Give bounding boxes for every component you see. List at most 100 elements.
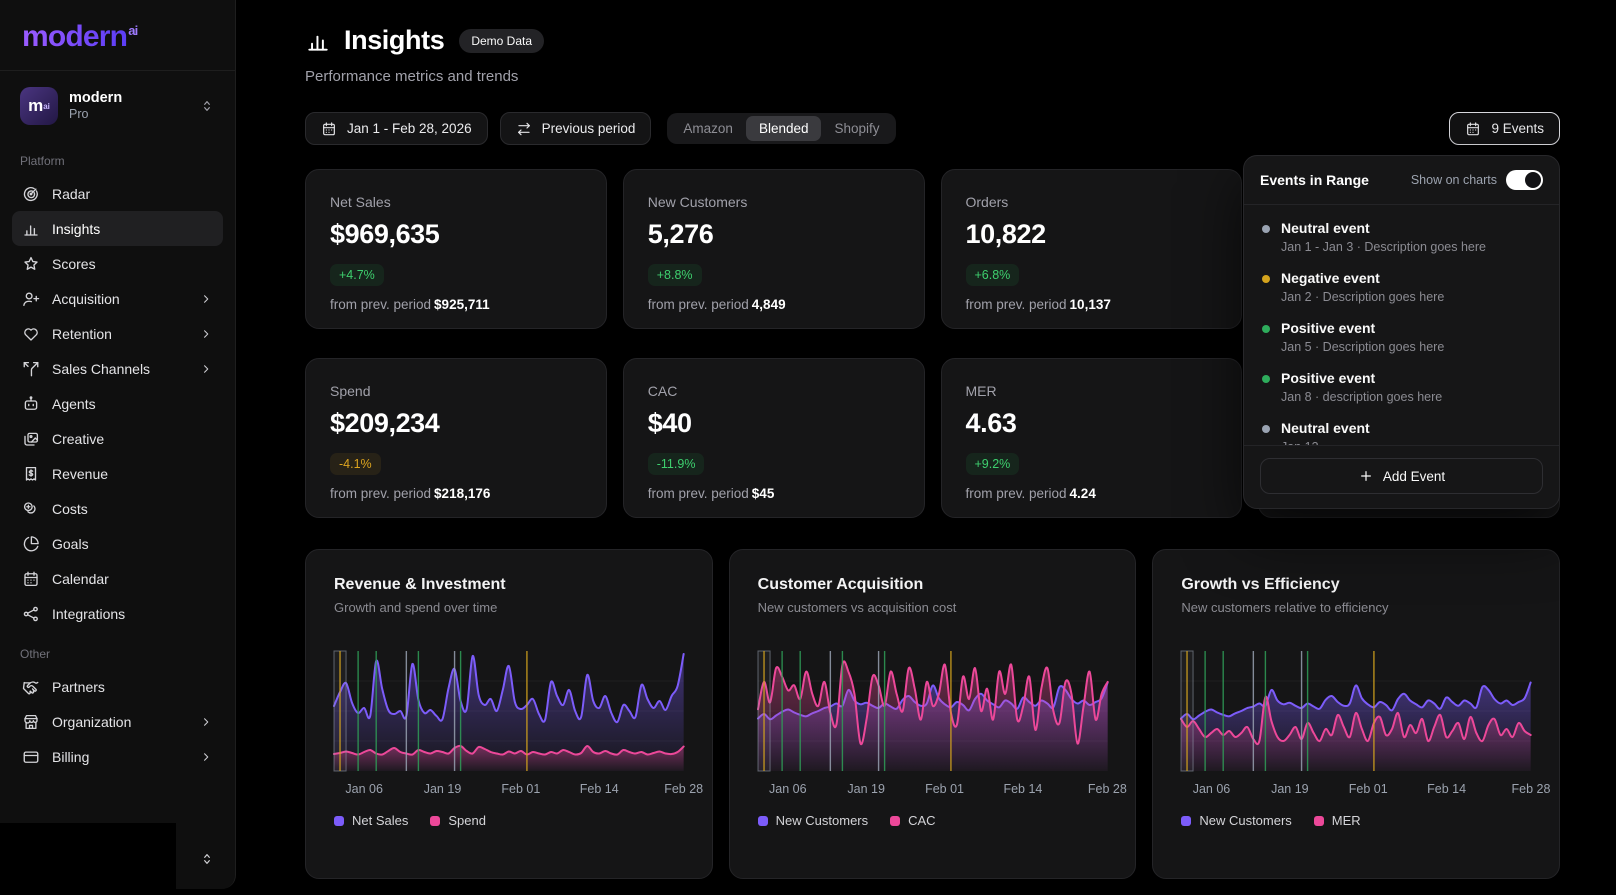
- sidebar-item-radar[interactable]: Radar: [12, 176, 223, 211]
- event-dot: [1262, 325, 1270, 333]
- metric-value: $40: [648, 408, 900, 439]
- chevron-right-icon: [199, 715, 213, 729]
- event-title: Neutral event: [1281, 420, 1370, 436]
- workspace-name: modern: [69, 89, 122, 107]
- x-tick-label: Feb 28: [1088, 782, 1127, 796]
- add-event-button[interactable]: Add Event: [1260, 458, 1543, 494]
- legend-swatch: [758, 816, 768, 826]
- sidebar-item-integrations[interactable]: Integrations: [12, 596, 223, 631]
- metric-value: 5,276: [648, 219, 900, 250]
- sidebar-item-label: Revenue: [52, 466, 108, 482]
- bar-chart-icon: [305, 28, 331, 54]
- sidebar-item-costs[interactable]: Costs: [12, 491, 223, 526]
- sidebar-item-creative[interactable]: Creative: [12, 421, 223, 456]
- event-item[interactable]: Negative eventJan 2 · Description goes h…: [1262, 270, 1541, 304]
- metric-prev-period: from prev. period$45: [648, 486, 900, 501]
- pie-chart-icon: [22, 535, 40, 553]
- event-item[interactable]: Positive eventJan 8 · description goes h…: [1262, 370, 1541, 404]
- event-title: Neutral event: [1281, 220, 1486, 236]
- metric-label: Orders: [966, 194, 1218, 210]
- x-tick-label: Jan 06: [1193, 782, 1231, 796]
- chart-legend: New CustomersCAC: [758, 813, 1108, 828]
- receipt-icon: [22, 465, 40, 483]
- legend-swatch: [1314, 816, 1324, 826]
- sidebar-item-scores[interactable]: Scores: [12, 246, 223, 281]
- sidebar-divider: [0, 70, 235, 71]
- store-icon: [22, 713, 40, 731]
- chart-title: Revenue & Investment: [334, 576, 684, 594]
- events-panel-footer: Add Event: [1244, 445, 1559, 508]
- user-plus-icon: [22, 290, 40, 308]
- logo-ai-sup: ai: [128, 23, 137, 38]
- metric-prev-period: from prev. period10,137: [966, 297, 1218, 312]
- plus-icon: [1358, 468, 1374, 484]
- nav-section-label: Other: [20, 647, 215, 661]
- source-option-amazon[interactable]: Amazon: [670, 116, 746, 141]
- demo-data-badge: Demo Data: [459, 29, 544, 53]
- arrow-right-left-icon: [516, 121, 532, 137]
- metric-delta-badge: +9.2%: [966, 453, 1020, 475]
- events-panel-title: Events in Range: [1260, 172, 1369, 188]
- show-on-charts-toggle[interactable]: [1506, 170, 1543, 190]
- workspace-switcher[interactable]: mai modern Pro: [12, 80, 223, 132]
- compare-period-button[interactable]: Previous period: [500, 112, 652, 145]
- sidebar-item-label: Goals: [52, 536, 89, 552]
- sidebar-collapse-button[interactable]: [197, 849, 217, 869]
- event-title: Positive event: [1281, 370, 1442, 386]
- metric-delta-badge: +8.8%: [648, 264, 702, 286]
- event-dot: [1262, 375, 1270, 383]
- source-option-blended[interactable]: Blended: [746, 116, 822, 141]
- metric-card-new-customers: New Customers5,276+8.8%from prev. period…: [623, 169, 925, 329]
- metric-prev-period: from prev. period4.24: [966, 486, 1218, 501]
- sidebar-item-goals[interactable]: Goals: [12, 526, 223, 561]
- sidebar-item-revenue[interactable]: Revenue: [12, 456, 223, 491]
- event-item[interactable]: Positive eventJan 5 · Description goes h…: [1262, 320, 1541, 354]
- sidebar-item-label: Partners: [52, 679, 105, 695]
- event-item[interactable]: Neutral event Jan 13: [1262, 420, 1541, 445]
- legend-swatch: [334, 816, 344, 826]
- legend-item-net-sales: Net Sales: [334, 813, 408, 828]
- event-item[interactable]: Neutral eventJan 1 - Jan 3 · Description…: [1262, 220, 1541, 254]
- events-button[interactable]: 9 Events: [1449, 112, 1560, 145]
- sidebar-item-calendar[interactable]: Calendar: [12, 561, 223, 596]
- metric-delta-badge: +6.8%: [966, 264, 1020, 286]
- event-meta: Jan 13: [1281, 440, 1370, 445]
- chart-plot: [1181, 651, 1531, 771]
- chevron-right-icon: [199, 362, 213, 376]
- event-title: Positive event: [1281, 320, 1444, 336]
- chevrons-up-down-icon: [199, 851, 215, 867]
- chart-card-customer-acquisition: Customer AcquisitionNew customers vs acq…: [729, 549, 1137, 879]
- x-tick-label: Jan 19: [847, 782, 885, 796]
- sidebar-item-label: Organization: [52, 714, 131, 730]
- sidebar-item-organization[interactable]: Organization: [12, 704, 223, 739]
- main-content: Insights Demo Data Performance metrics a…: [305, 0, 1560, 895]
- sidebar-bottom-cutout: [0, 823, 176, 889]
- sidebar-item-retention[interactable]: Retention: [12, 316, 223, 351]
- x-tick-label: Feb 01: [925, 782, 964, 796]
- date-range-button[interactable]: Jan 1 - Feb 28, 2026: [305, 112, 488, 145]
- chart-plot: [758, 651, 1108, 771]
- charts-grid: Revenue & InvestmentGrowth and spend ove…: [305, 549, 1560, 879]
- metric-value: $209,234: [330, 408, 582, 439]
- legend-label: New Customers: [776, 813, 868, 828]
- chart-card-revenue-investment: Revenue & InvestmentGrowth and spend ove…: [305, 549, 713, 879]
- sidebar-item-billing[interactable]: Billing: [12, 739, 223, 774]
- sidebar-item-partners[interactable]: Partners: [12, 669, 223, 704]
- chart-title: Customer Acquisition: [758, 576, 1108, 594]
- sidebar-item-acquisition[interactable]: Acquisition: [12, 281, 223, 316]
- source-option-shopify[interactable]: Shopify: [821, 116, 892, 141]
- logo: modernai: [0, 0, 235, 70]
- x-tick-label: Jan 19: [424, 782, 462, 796]
- metric-value: $969,635: [330, 219, 582, 250]
- sidebar-nav: PlatformRadarInsightsScoresAcquisitionRe…: [0, 136, 235, 774]
- x-tick-label: Jan 06: [345, 782, 383, 796]
- sidebar-item-insights[interactable]: Insights: [12, 211, 223, 246]
- sidebar-item-agents[interactable]: Agents: [12, 386, 223, 421]
- metric-delta-badge: -11.9%: [648, 453, 705, 475]
- event-dot: [1262, 275, 1270, 283]
- sidebar-item-label: Radar: [52, 186, 90, 202]
- x-tick-label: Feb 28: [664, 782, 703, 796]
- sidebar: modernai mai modern Pro PlatformRadarIns…: [0, 0, 236, 889]
- sidebar-item-sales-channels[interactable]: Sales Channels: [12, 351, 223, 386]
- page-header: Insights Demo Data Performance metrics a…: [305, 0, 1560, 85]
